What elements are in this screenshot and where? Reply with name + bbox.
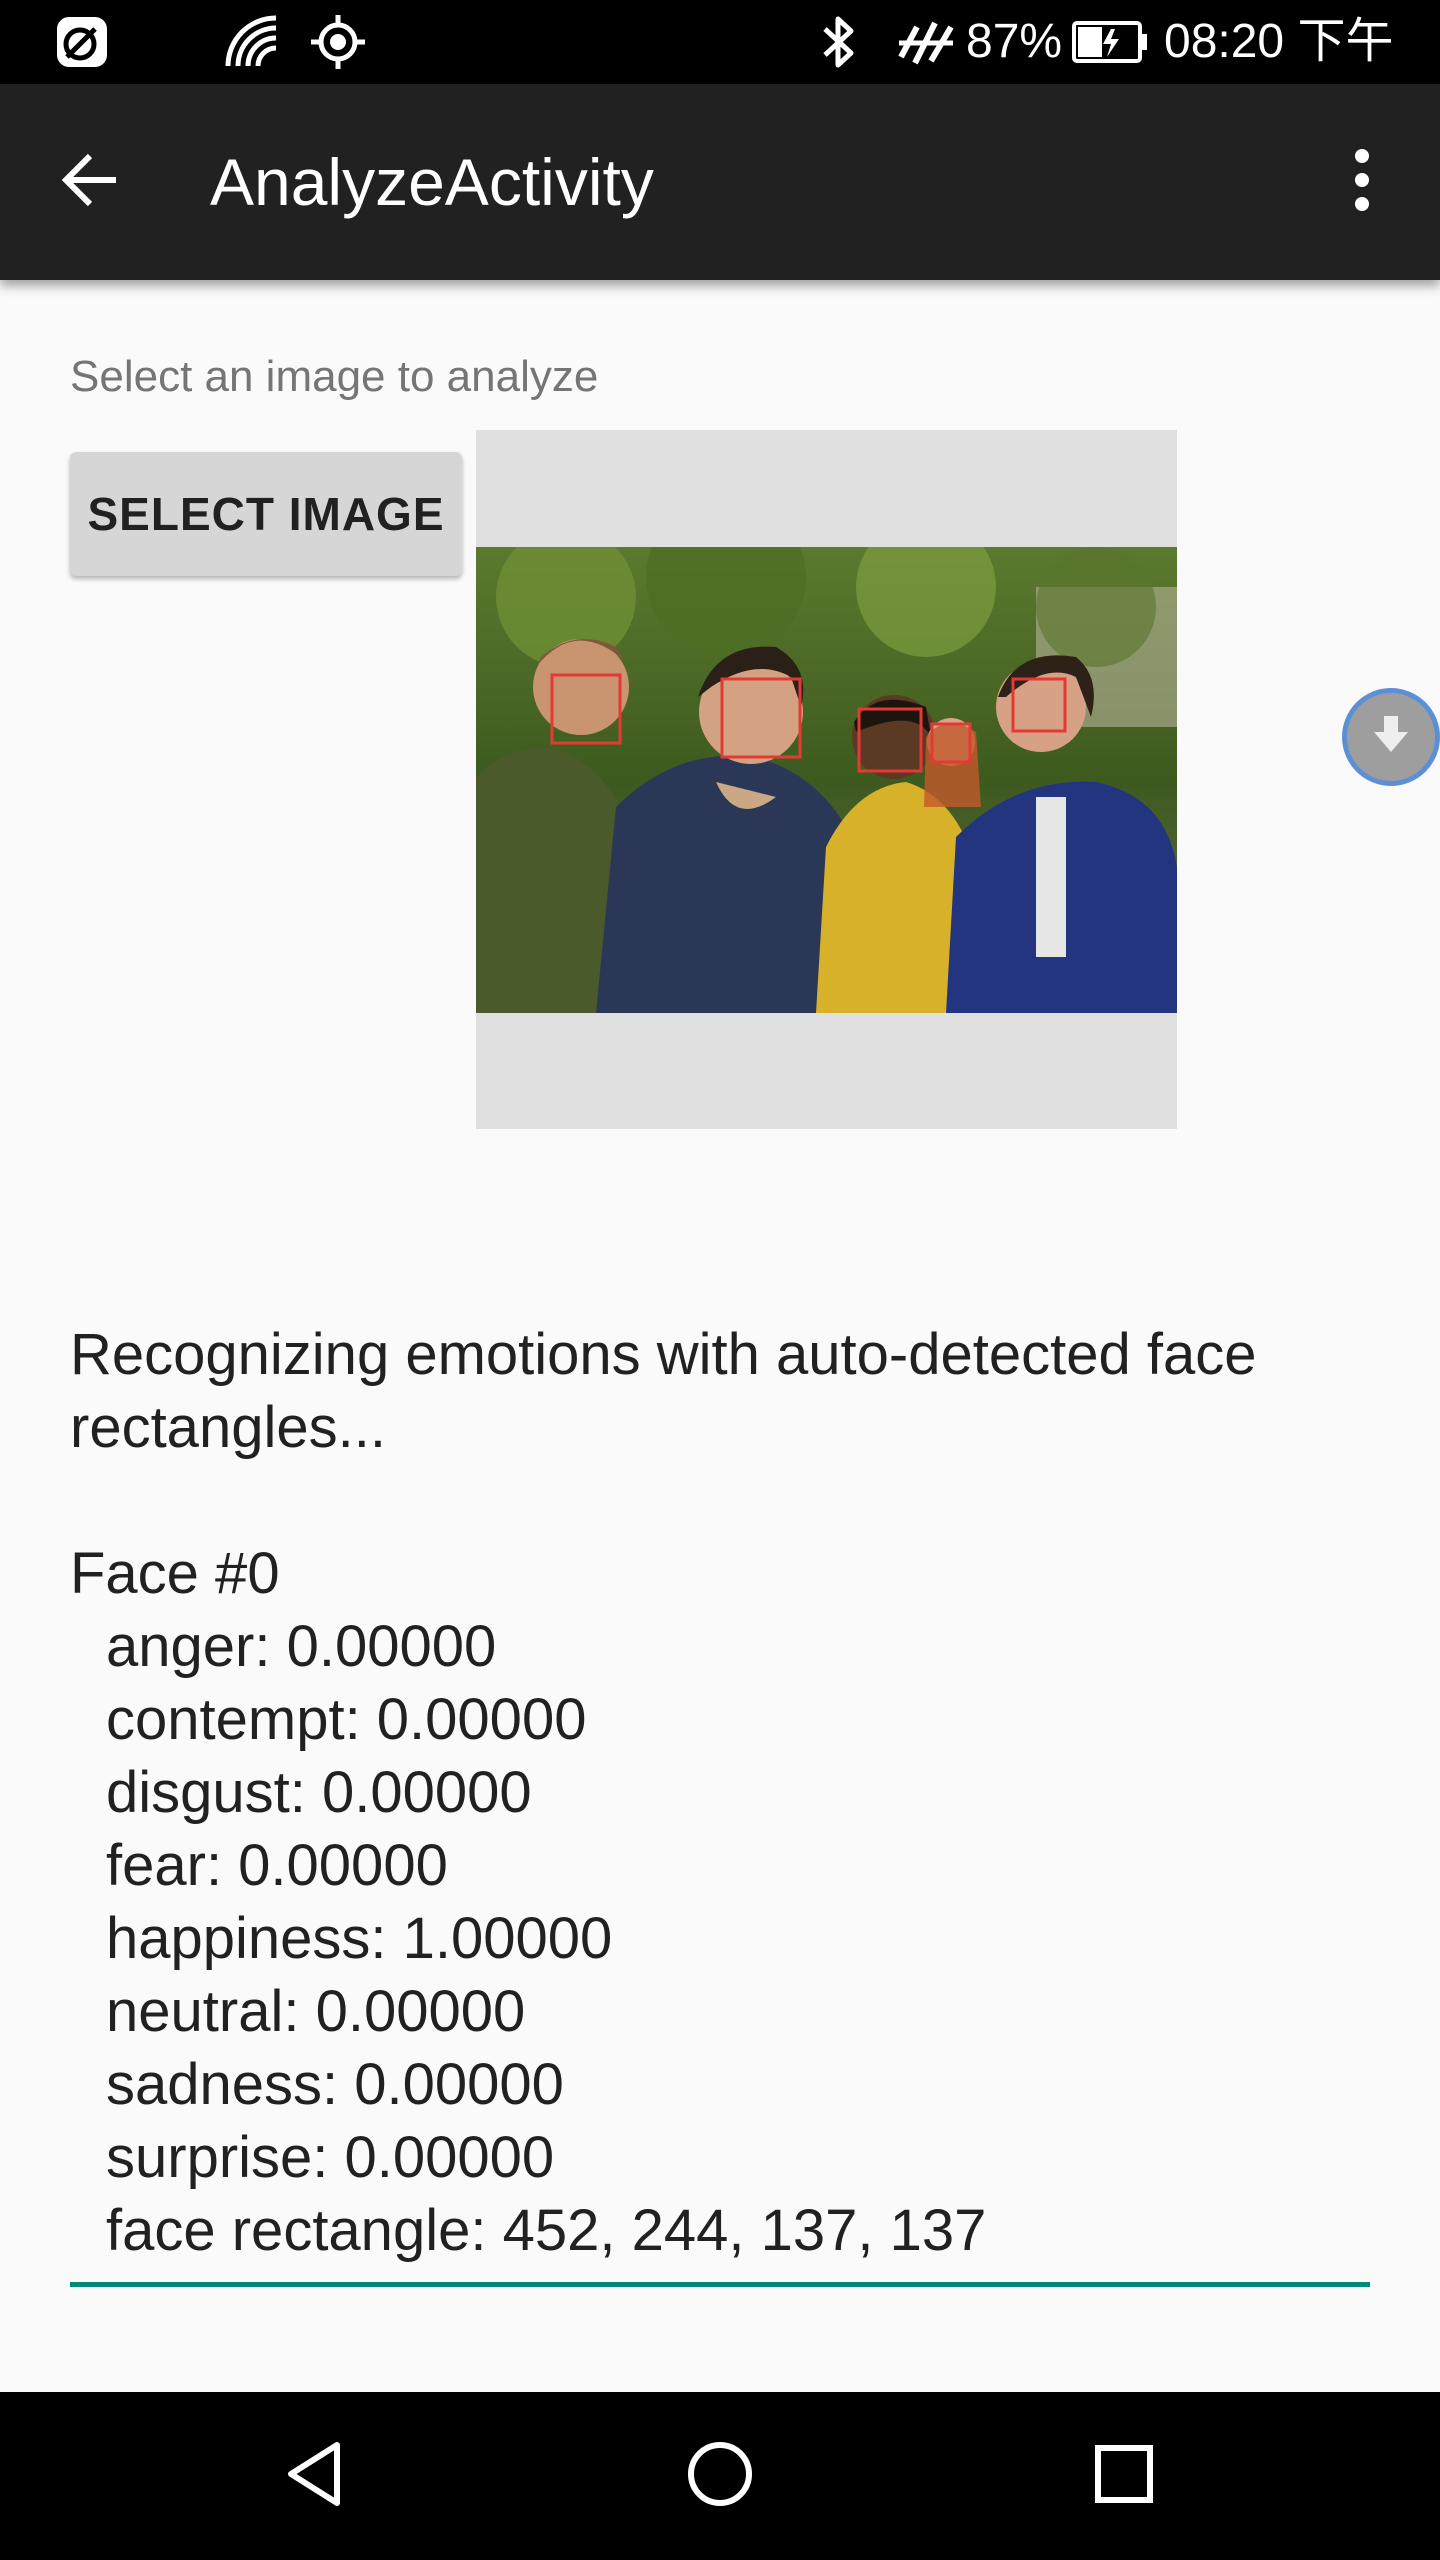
- square-recents-icon: [1092, 2442, 1156, 2510]
- overflow-menu-button[interactable]: [1312, 132, 1412, 232]
- arrow-left-icon: [58, 148, 122, 216]
- emotion-row: anger: 0.00000: [106, 1614, 497, 1679]
- triangle-back-icon: [281, 2439, 351, 2513]
- emotion-row: fear: 0.00000: [106, 1833, 448, 1898]
- analysis-result: Recognizing emotions with auto-detected …: [70, 1318, 1370, 2267]
- group-photo: [476, 547, 1177, 1013]
- bluetooth-icon: [812, 12, 866, 72]
- app-bar: AnalyzeActivity: [0, 84, 1440, 280]
- emotion-row: contempt: 0.00000: [106, 1687, 587, 1752]
- face-rectangle-row: face rectangle: 452, 244, 137, 137: [106, 2198, 987, 2263]
- battery-charging-icon: [1070, 12, 1150, 72]
- emotion-row: neutral: 0.00000: [106, 1979, 526, 2044]
- page-title: AnalyzeActivity: [210, 145, 654, 219]
- signal-icon: [896, 12, 956, 72]
- select-image-button[interactable]: SELECT IMAGE: [70, 452, 462, 576]
- download-icon: [1368, 712, 1414, 762]
- back-button[interactable]: [40, 132, 140, 232]
- nav-home-button[interactable]: [660, 2416, 780, 2536]
- download-fab[interactable]: [1342, 688, 1440, 786]
- emotion-row: surprise: 0.00000: [106, 2125, 555, 2190]
- edit-text-underline: [70, 2282, 1370, 2287]
- status-bar: 87% 08:20 下午: [0, 0, 1440, 84]
- navigation-bar: [0, 2392, 1440, 2560]
- analyzed-image: [476, 430, 1177, 1129]
- emotion-row: happiness: 1.00000: [106, 1906, 613, 1971]
- nav-recents-button[interactable]: [1064, 2416, 1184, 2536]
- status-line: rectangles...: [70, 1395, 386, 1460]
- emotion-row: disgust: 0.00000: [106, 1760, 532, 1825]
- location-target-icon: [306, 12, 370, 72]
- wifi-calling-icon: [220, 12, 284, 72]
- clock: 08:20 下午: [1164, 15, 1394, 68]
- emotion-row: sadness: 0.00000: [106, 2052, 564, 2117]
- select-image-hint: Select an image to analyze: [70, 352, 599, 401]
- more-vert-icon: [1352, 148, 1372, 216]
- circle-home-icon: [685, 2439, 755, 2513]
- sync-disabled-icon: [50, 12, 114, 72]
- battery-percent: 87%: [966, 15, 1063, 68]
- nav-back-button[interactable]: [256, 2416, 376, 2536]
- face-header: Face #0: [70, 1541, 280, 1606]
- status-line: Recognizing emotions with auto-detected …: [70, 1322, 1257, 1387]
